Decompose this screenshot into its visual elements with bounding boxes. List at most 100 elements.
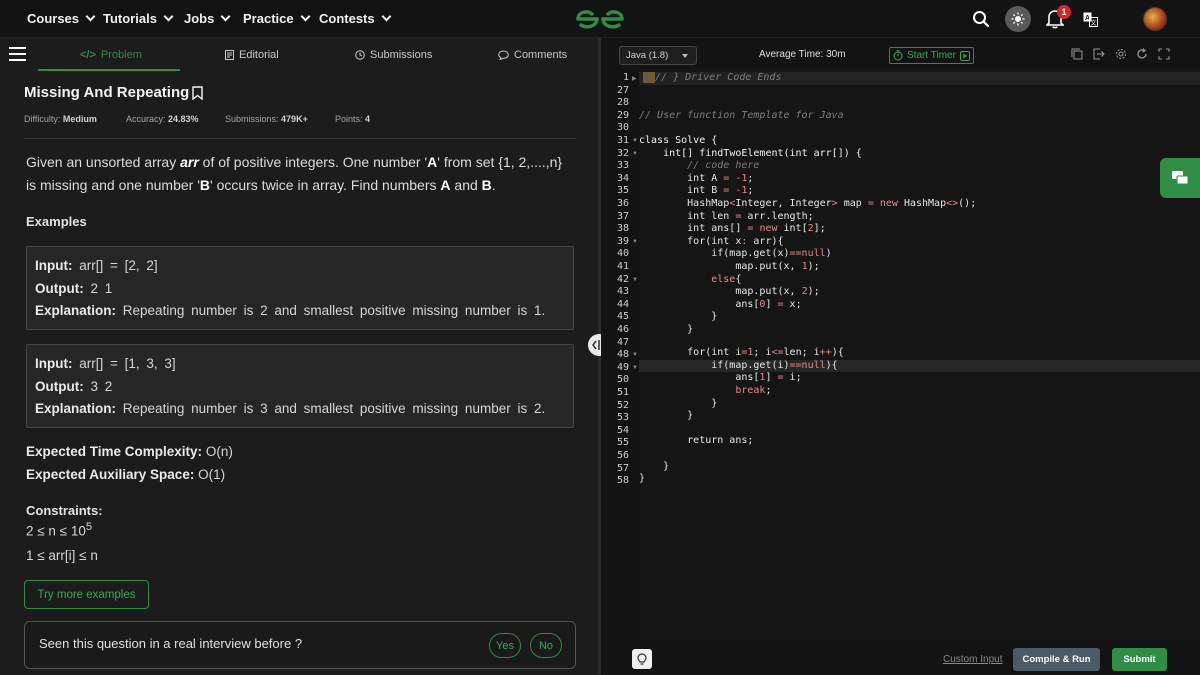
gfg-logo-icon[interactable] <box>575 6 625 32</box>
line-number: 56 <box>616 450 629 461</box>
tab-comments-label: Comments <box>514 49 568 61</box>
lightbulb-hint-icon[interactable] <box>632 649 652 669</box>
tab-problem[interactable]: </> Problem <box>80 49 142 61</box>
copy-icon[interactable] <box>1071 48 1083 60</box>
clock-icon <box>355 50 365 60</box>
sun-icon <box>1011 12 1025 26</box>
notification-badge: 1 <box>1057 5 1071 19</box>
tab-comments[interactable]: Comments <box>498 49 567 61</box>
tab-editorial[interactable]: Editorial <box>225 49 279 61</box>
line-number: 40 <box>616 248 629 260</box>
search-icon[interactable] <box>972 10 990 28</box>
problem-description: Given an unsorted array arr of of positi… <box>26 151 566 197</box>
desc-a-quoted: A <box>427 154 438 170</box>
code-line-32: int[] findTwoElement(int arr[]) { <box>663 147 862 159</box>
line-number: 42 <box>616 273 629 285</box>
time-complexity-value: O(n) <box>205 444 233 459</box>
line-number: 34 <box>616 172 629 184</box>
tab-submissions[interactable]: Submissions <box>355 49 432 61</box>
settings-gear-icon[interactable] <box>1115 48 1127 60</box>
input-label: Input: <box>35 356 73 371</box>
fold-down-icon[interactable]: ▼ <box>632 365 638 371</box>
nav-courses[interactable]: Courses <box>27 11 96 26</box>
constraints-heading: Constraints: <box>26 503 103 518</box>
points-meta: Points: 4 <box>335 114 370 124</box>
try-more-examples-button[interactable]: Try more examples <box>24 580 149 609</box>
code-text-area[interactable]: ▭▭// } Driver Code Ends // User function… <box>639 70 1200 640</box>
line-number: 49 <box>616 361 629 373</box>
difficulty-label: Difficulty: <box>24 114 61 124</box>
translate-icon[interactable]: A 文 <box>1083 12 1098 27</box>
desc-text-1: Given an unsorted array <box>26 154 181 170</box>
example-input: Input: arr[] = [1, 3, 3] <box>35 353 565 376</box>
nav-practice[interactable]: Practice <box>243 11 311 26</box>
constraint-n-exponent: 5 <box>85 521 93 533</box>
time-complexity: Expected Time Complexity: O(n) <box>26 444 233 459</box>
tab-editorial-label: Editorial <box>239 49 279 61</box>
code-line-57: } <box>639 460 670 472</box>
problem-title-text: Missing And Repeating <box>24 84 190 101</box>
desc-arr: arr <box>180 154 199 170</box>
hamburger-menu-icon[interactable] <box>9 47 26 61</box>
line-number: 50 <box>616 374 629 386</box>
compile-run-button[interactable]: Compile & Run <box>1013 648 1100 671</box>
fullscreen-icon[interactable] <box>1158 48 1170 60</box>
problem-panel: </> Problem Editorial Submissions Commen… <box>0 38 598 675</box>
yes-button[interactable]: Yes <box>489 633 521 658</box>
output-label: Output: <box>35 378 84 394</box>
nav-jobs[interactable]: Jobs <box>184 11 231 26</box>
example-output: Output: 3 2 <box>35 376 565 399</box>
custom-input-link[interactable]: Custom Input <box>943 654 1002 665</box>
start-timer-button[interactable]: Start Timer <box>889 47 974 64</box>
output-value: 2 1 <box>90 280 113 296</box>
desc-b: B <box>481 177 492 193</box>
line-number: 57 <box>616 462 629 474</box>
bookmark-icon[interactable] <box>192 85 203 100</box>
no-button[interactable]: No <box>530 633 562 658</box>
nav-contests[interactable]: Contests <box>319 11 392 26</box>
feedback-chat-button[interactable] <box>1160 158 1200 198</box>
fold-down-icon[interactable]: ▼ <box>632 151 638 157</box>
submissions-value: 479K+ <box>281 114 308 124</box>
points-label: Points: <box>335 114 363 124</box>
theme-toggle-button[interactable] <box>1005 6 1031 32</box>
code-line-55: return ans; <box>639 435 754 447</box>
top-navbar: Courses Tutorials Jobs Practice Contests… <box>0 0 1200 38</box>
language-select[interactable]: Java (1.8) <box>619 46 697 65</box>
nav-jobs-label: Jobs <box>184 11 215 26</box>
line-number: 36 <box>616 198 629 209</box>
fold-down-icon[interactable]: ▼ <box>632 239 638 245</box>
line-number: 29 <box>616 109 629 121</box>
average-time: Average Time: 30m <box>759 49 846 60</box>
code-icon: </> <box>80 49 96 61</box>
code-line-45: } <box>639 311 718 323</box>
output-label: Output: <box>35 280 84 296</box>
submissions-meta: Submissions: 479K+ <box>225 114 308 124</box>
export-icon[interactable] <box>1093 48 1105 60</box>
desc-text-5: and <box>450 177 482 193</box>
fold-down-icon[interactable]: ▼ <box>632 352 638 358</box>
constraint-n-base: 2 ≤ n ≤ 10 <box>26 523 86 539</box>
examples-heading: Examples <box>26 214 87 229</box>
fold-down-icon[interactable]: ▼ <box>632 138 638 144</box>
code-line-37: int len = arr.length; <box>639 210 814 222</box>
desc-text-2: of of positive integers. One number ' <box>198 154 428 170</box>
fold-right-icon[interactable]: ▶ <box>632 75 637 82</box>
svg-text:文: 文 <box>1090 19 1096 27</box>
code-line-1: ▭▭// } Driver Code Ends <box>643 72 782 83</box>
accuracy-meta: Accuracy: 24.83% <box>126 114 199 124</box>
fold-down-icon[interactable]: ▼ <box>632 277 638 283</box>
code-editor[interactable]: 1 ▶ 27 28 29 30 31 ▼ 32 ▼ 33 34 35 36 37 38 39 ▼ 40 41 42 ▼ 43… <box>601 70 1200 640</box>
difficulty-meta: Difficulty: Medium <box>24 114 97 124</box>
reset-icon[interactable] <box>1136 48 1148 60</box>
difficulty-value: Medium <box>62 114 97 124</box>
desc-text-4: ' occurs twice in array. Find numbers <box>210 177 441 193</box>
avatar[interactable] <box>1143 7 1167 31</box>
submit-button[interactable]: Submit <box>1112 648 1167 671</box>
nav-tutorials[interactable]: Tutorials <box>103 11 174 26</box>
example-box-1: Input: arr[] = [2, 2] Output: 2 1 Explan… <box>26 246 574 330</box>
input-value: arr[] = [1, 3, 3] <box>79 356 176 371</box>
chat-bubbles-icon <box>1172 171 1189 185</box>
code-line-29: // User function Template for Java <box>639 109 844 121</box>
interview-question: Seen this question in a real interview b… <box>39 636 303 651</box>
